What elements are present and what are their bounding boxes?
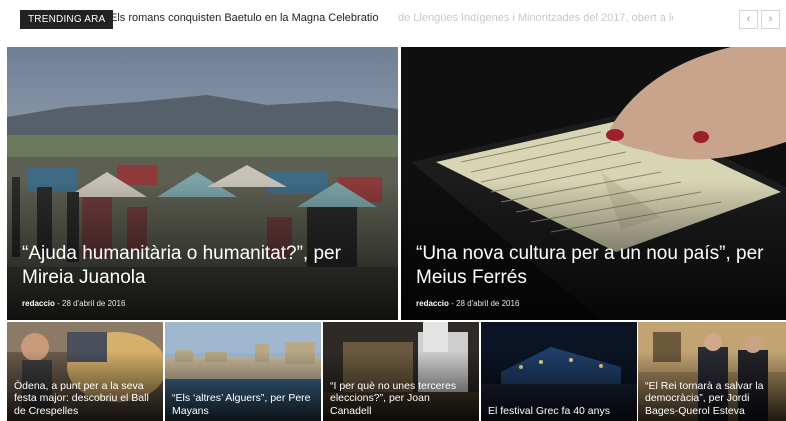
featured-title[interactable]: “Ajuda humanitària o humanitat?”, per Mi… [22, 242, 382, 290]
featured-meta: redaccio - 28 d'abril de 2016 [416, 299, 519, 308]
featured-meta: redaccio - 28 d'abril de 2016 [22, 299, 125, 308]
trending-bar: TRENDING ARA Els romans conquisten Baetu… [0, 0, 786, 40]
article-card-eleccions[interactable]: “I per què no unes terceres eleccions?”,… [323, 322, 479, 421]
post-date: 28 d'abril de 2016 [456, 299, 520, 308]
card-title[interactable]: “El Rei tornarà a salvar la democràcia”,… [645, 380, 781, 418]
meta-separator: - [451, 299, 454, 308]
featured-title[interactable]: “Una nova cultura per a un nou país”, pe… [416, 242, 776, 290]
article-card-odena[interactable]: Òdena, a punt per a la seva festa major:… [7, 322, 163, 421]
trending-next-button[interactable]: › [761, 10, 780, 29]
article-card-rei[interactable]: “El Rei tornarà a salvar la democràcia”,… [638, 322, 786, 421]
trending-headline-link[interactable]: Els romans conquisten Baetulo en la Magn… [110, 12, 378, 24]
card-title[interactable]: El festival Grec fa 40 anys [488, 405, 632, 418]
author-link[interactable]: redaccio [416, 299, 449, 308]
article-card-alguers[interactable]: “Els ‘altres’ Alguers”, per Pere Mayans [165, 322, 321, 421]
trending-next-headline: de Llengües Indígenes i Minoritzades del… [398, 12, 673, 24]
featured-card-culture[interactable]: “Una nova cultura per a un nou país”, pe… [401, 47, 786, 320]
trending-prev-button[interactable]: ‹ [739, 10, 758, 29]
card-title[interactable]: “I per què no unes terceres eleccions?”,… [330, 380, 474, 418]
featured-card-humanitarian[interactable]: “Ajuda humanitària o humanitat?”, per Mi… [7, 47, 398, 320]
card-title[interactable]: “Els ‘altres’ Alguers”, per Pere Mayans [172, 392, 316, 417]
card-title[interactable]: Òdena, a punt per a la seva festa major:… [14, 380, 158, 418]
article-card-grec[interactable]: El festival Grec fa 40 anys [481, 322, 637, 421]
trending-label: TRENDING ARA [20, 10, 114, 29]
meta-separator: - [57, 299, 60, 308]
author-link[interactable]: redaccio [22, 299, 55, 308]
post-date: 28 d'abril de 2016 [62, 299, 126, 308]
